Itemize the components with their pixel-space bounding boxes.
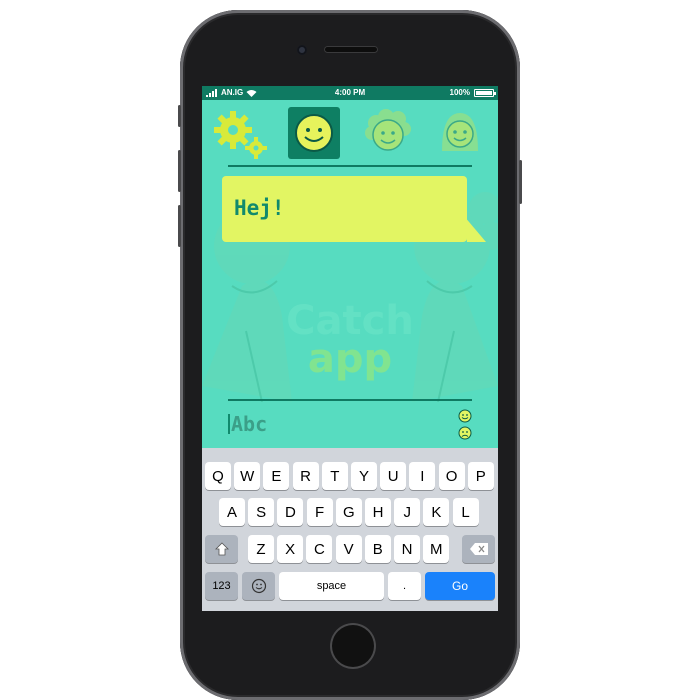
- happy-face-icon[interactable]: [458, 409, 472, 423]
- key-a[interactable]: A: [219, 498, 245, 526]
- avatar-smiley-tab[interactable]: [288, 107, 340, 159]
- key-c[interactable]: C: [306, 535, 333, 563]
- watermark-app: app: [307, 336, 393, 382]
- key-x[interactable]: X: [277, 535, 304, 563]
- key-n[interactable]: N: [394, 535, 420, 563]
- emoji-smiley-icon: [251, 578, 266, 594]
- message-text: Hej!: [234, 196, 285, 220]
- long-hair-face-icon: [442, 113, 478, 151]
- period-key[interactable]: .: [388, 572, 421, 600]
- key-j[interactable]: J: [394, 498, 421, 526]
- power-button: [519, 160, 522, 204]
- volume-up-button: [178, 150, 181, 192]
- key-s[interactable]: S: [248, 498, 275, 526]
- emoji-key[interactable]: [242, 572, 275, 600]
- key-q[interactable]: Q: [205, 462, 231, 490]
- key-y[interactable]: Y: [351, 462, 377, 490]
- curly-hair-face-icon: [365, 109, 411, 151]
- smiley-face-icon: [295, 114, 333, 152]
- backspace-key[interactable]: [462, 535, 495, 563]
- go-key[interactable]: Go: [425, 572, 495, 600]
- key-m[interactable]: M: [423, 535, 450, 563]
- input-value: Abc: [231, 412, 268, 436]
- battery-icon: [474, 88, 496, 97]
- key-b[interactable]: B: [364, 535, 391, 563]
- key-d[interactable]: D: [277, 498, 304, 526]
- key-u[interactable]: U: [380, 462, 407, 490]
- key-k[interactable]: K: [423, 498, 450, 526]
- key-l[interactable]: L: [452, 498, 479, 526]
- app-screen: Catch app AN.IG 4:00 PM 100% Hej! Abc 12…: [202, 86, 498, 611]
- space-key[interactable]: space: [279, 572, 384, 600]
- avatar-long-hair-tab[interactable]: [434, 107, 486, 159]
- key-g[interactable]: G: [335, 498, 362, 526]
- backspace-icon: [469, 543, 488, 555]
- sad-face-icon[interactable]: [458, 426, 472, 440]
- shift-arrow-icon: [214, 542, 229, 556]
- gear-icon[interactable]: [214, 108, 270, 164]
- key-e[interactable]: E: [263, 462, 290, 490]
- key-h[interactable]: H: [365, 498, 391, 526]
- key-i[interactable]: I: [409, 462, 436, 490]
- message-input[interactable]: Abc: [202, 402, 498, 448]
- status-bar: AN.IG 4:00 PM 100%: [202, 86, 498, 100]
- bubble-tail: [464, 216, 486, 242]
- key-o[interactable]: O: [438, 462, 465, 490]
- earpiece-speaker: [324, 46, 378, 53]
- key-v[interactable]: V: [335, 535, 362, 563]
- key-t[interactable]: T: [321, 462, 348, 490]
- front-camera: [297, 45, 307, 55]
- key-p[interactable]: P: [467, 462, 494, 490]
- numbers-key[interactable]: 123: [205, 572, 238, 600]
- battery-percent: 100%: [449, 88, 470, 97]
- volume-down-button: [178, 205, 181, 247]
- message-bubble: Hej!: [222, 176, 467, 242]
- text-cursor: [228, 414, 230, 434]
- home-button[interactable]: [330, 623, 376, 669]
- key-r[interactable]: R: [292, 462, 319, 490]
- keyboard: 123 space . Go QWERTYUIOP ASDFGHJKL ZXCVBN…: [202, 448, 498, 611]
- mute-switch: [178, 105, 181, 127]
- shift-key[interactable]: [205, 535, 238, 563]
- avatar-curly-hair-tab[interactable]: [362, 107, 414, 159]
- key-f[interactable]: F: [306, 498, 333, 526]
- key-w[interactable]: W: [234, 462, 261, 490]
- key-z[interactable]: Z: [248, 535, 274, 563]
